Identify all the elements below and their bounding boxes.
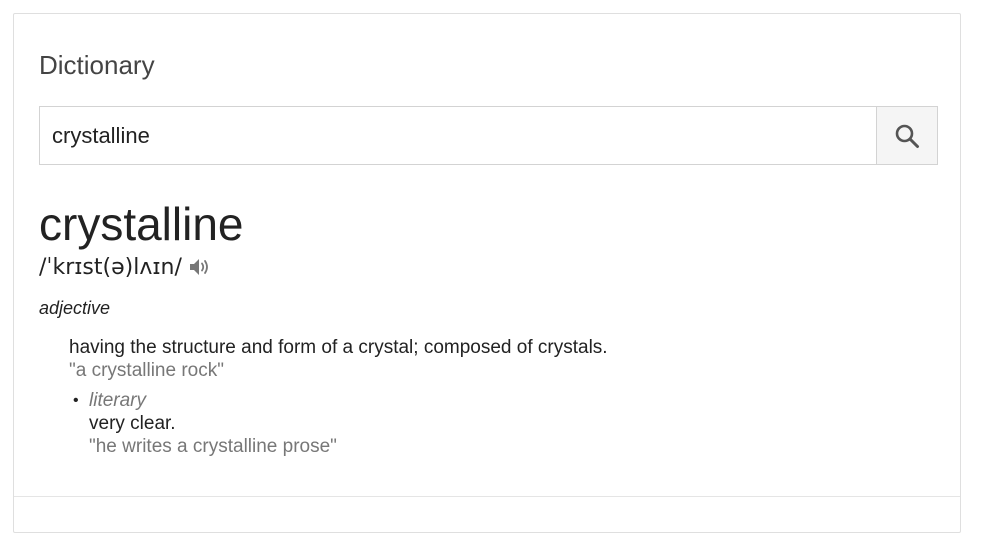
part-of-speech: adjective <box>39 298 111 318</box>
pronounce-audio-button[interactable] <box>188 256 212 278</box>
sense-1: having the structure and form of a cryst… <box>69 336 608 382</box>
speaker-icon <box>189 259 208 275</box>
definition-text: very clear. <box>89 413 176 434</box>
pronunciation: /ˈkrɪst(ə)lʌɪn/ <box>39 254 182 280</box>
dictionary-card: Dictionary crystalline /ˈkrɪst(ə)lʌɪn/ a… <box>13 13 961 533</box>
search-box <box>39 106 938 165</box>
divider <box>14 496 960 497</box>
bullet-icon: • <box>73 392 79 409</box>
register-label: literary <box>89 390 147 411</box>
definition-text: having the structure and form of a cryst… <box>69 337 608 358</box>
sub-sense-1: • literary very clear. "he writes a crys… <box>73 389 337 458</box>
example-text: "a crystalline rock" <box>69 360 224 381</box>
search-input[interactable] <box>40 107 876 164</box>
pronunciation-row: /ˈkrɪst(ə)lʌɪn/ <box>39 252 212 282</box>
card-title: Dictionary <box>39 50 155 80</box>
search-icon <box>895 124 919 148</box>
headword: crystalline <box>39 198 244 250</box>
search-button[interactable] <box>876 107 937 164</box>
example-text: "he writes a crystalline prose" <box>89 436 337 457</box>
